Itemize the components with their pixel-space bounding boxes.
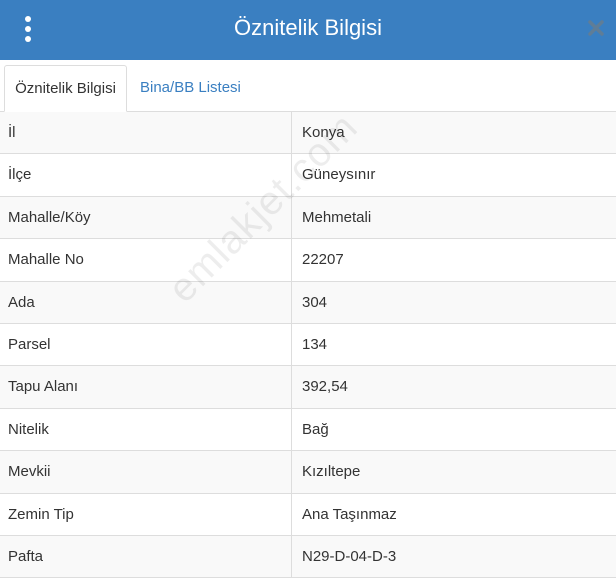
table-row: Mevkii Kızıltepe <box>0 451 616 494</box>
row-value: 392,54 <box>302 378 348 396</box>
table-row: Ada 304 <box>0 281 616 324</box>
row-value: Ana Taşınmaz <box>302 505 397 523</box>
row-label: Ada <box>8 293 35 311</box>
tab-attribute-info[interactable]: Öznitelik Bilgisi <box>4 65 127 112</box>
close-icon[interactable] <box>584 16 608 40</box>
table-row: Mahalle/Köy Mehmetali <box>0 196 616 240</box>
row-value: N29-D-04-D-3 <box>302 547 397 565</box>
row-label: Zemin Tip <box>8 505 74 523</box>
column-divider <box>291 408 292 451</box>
row-label: Mevkii <box>8 463 51 481</box>
row-label: İlçe <box>8 166 32 184</box>
table-row: Zemin Tip Ana Taşınmaz <box>0 493 616 536</box>
panel-title: Öznitelik Bilgisi <box>234 15 382 40</box>
table-row: Mahalle No 22207 <box>0 239 616 282</box>
row-label: İl <box>8 124 16 141</box>
row-label: Nitelik <box>8 420 49 438</box>
row-value: Mehmetali <box>302 208 372 226</box>
column-divider <box>291 112 292 154</box>
row-label: Mahalle/Köy <box>8 208 91 226</box>
column-divider <box>291 154 292 196</box>
row-value: Bağ <box>302 420 329 438</box>
column-divider <box>291 239 292 281</box>
column-divider <box>291 535 292 578</box>
row-value: 134 <box>302 335 328 353</box>
table-row: İlçe Güneysınır <box>0 154 616 197</box>
table-row: Nitelik Bağ <box>0 408 616 452</box>
attribute-panel: Öznitelik Bilgisi Öznitelik Bilgisi Bina… <box>0 0 616 578</box>
row-value: Güneysınır <box>302 166 376 184</box>
row-label: Pafta <box>8 547 44 565</box>
tab-bar: Öznitelik Bilgisi Bina/BB Listesi <box>0 60 616 112</box>
table-row: Tapu Alanı 392,54 <box>0 366 616 409</box>
table-row: İl Konya <box>0 112 616 155</box>
table-row: Pafta N29-D-04-D-3 <box>0 535 616 578</box>
column-divider <box>291 323 292 366</box>
column-divider <box>291 196 292 239</box>
column-divider <box>291 451 292 493</box>
row-value: 304 <box>302 293 328 311</box>
column-divider <box>291 366 292 408</box>
tab-building-list[interactable]: Bina/BB Listesi <box>140 65 241 112</box>
row-label: Parsel <box>8 335 51 353</box>
row-label: Mahalle No <box>8 251 84 269</box>
attribute-table: İl Konya İlçe Güneysınır Mahalle/Köy Meh… <box>0 112 616 578</box>
column-divider <box>291 493 292 535</box>
row-value: 22207 <box>302 251 344 269</box>
column-divider <box>291 281 292 323</box>
row-label: Tapu Alanı <box>8 378 79 396</box>
row-value: Kızıltepe <box>302 463 361 481</box>
row-value: Konya <box>302 124 345 141</box>
panel-header: Öznitelik Bilgisi <box>0 0 616 60</box>
table-row: Parsel 134 <box>0 323 616 367</box>
